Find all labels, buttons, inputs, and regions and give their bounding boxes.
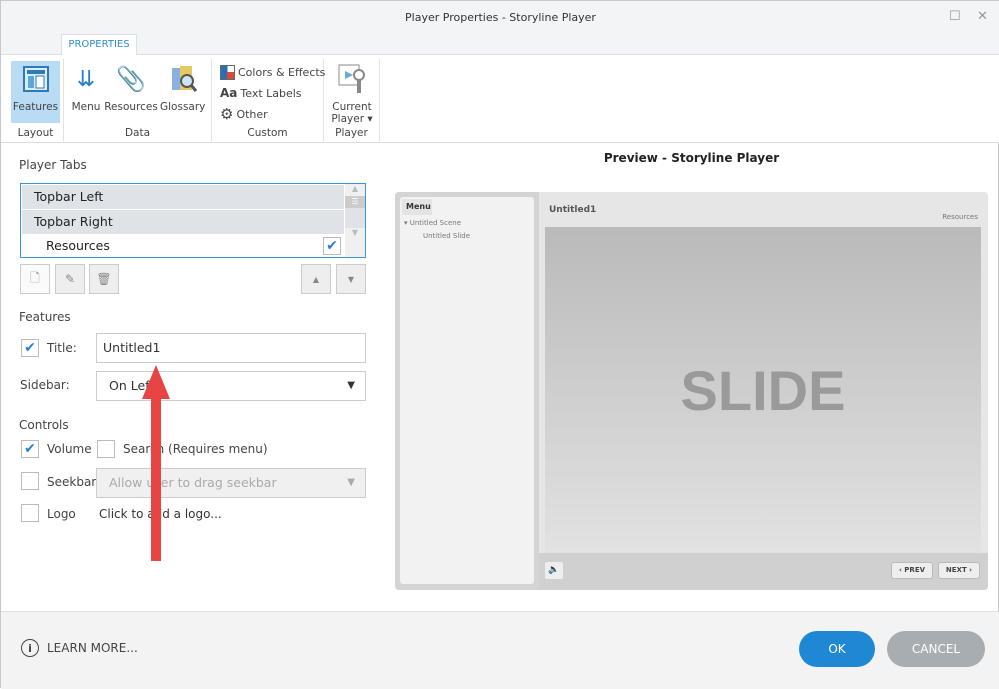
list-item[interactable]: Topbar Left — [22, 185, 344, 209]
list-scrollbar[interactable]: ▲ ☰ ▼ — [345, 184, 365, 257]
menu-icon: ⇊ — [76, 66, 96, 92]
red-arrow-annotation — [142, 365, 170, 561]
preview-menu-tab: Menu — [402, 199, 432, 215]
next-button: NEXT › — [938, 562, 980, 579]
other-button[interactable]: ⚙ Other — [220, 105, 268, 123]
glossary-label: Glossary — [160, 101, 206, 113]
move-down-button[interactable]: ▼ — [336, 264, 366, 294]
arrow-down-icon: ▼ — [347, 274, 355, 284]
preview-sidebar: Menu ▾ Untitled Scene Untitled Slide — [400, 197, 534, 584]
chevron-down-icon: ▼ — [347, 380, 355, 391]
chevron-down-icon: ▼ — [347, 477, 355, 488]
logo-label: Logo — [47, 507, 76, 521]
title-input[interactable]: Untitled1 — [96, 333, 366, 363]
colors-icon — [220, 65, 235, 80]
colors-effects-button[interactable]: Colors & Effects — [220, 65, 325, 80]
list-item[interactable]: Topbar Right — [22, 210, 344, 234]
edit-icon: ✎ — [64, 272, 76, 286]
player-preview: Menu ▾ Untitled Scene Untitled Slide Unt… — [395, 192, 988, 590]
colors-label: Colors & Effects — [238, 66, 326, 79]
preview-slide: SLIDE — [545, 227, 981, 553]
learn-more-label: LEARN MORE... — [47, 641, 138, 655]
glossary-icon — [160, 61, 205, 97]
ok-button[interactable]: OK — [799, 631, 875, 667]
tab-properties[interactable]: PROPERTIES — [61, 34, 137, 56]
info-icon: i — [21, 639, 39, 657]
group-custom: Custom — [247, 127, 288, 139]
ribbon-tabstrip — [1, 34, 999, 55]
title-label: Title: — [47, 341, 77, 355]
other-label: Other — [236, 107, 268, 121]
arrow-up-icon: ▲ — [312, 274, 320, 284]
delete-tab-button[interactable]: 🗑 — [89, 264, 119, 294]
preview-scene: ▾ Untitled Scene — [404, 219, 462, 227]
current-player-label-2: Player ▾ — [331, 113, 373, 125]
move-up-button[interactable]: ▲ — [301, 264, 331, 294]
seekbar-checkbox[interactable] — [21, 472, 39, 490]
resources-label: Resources — [104, 101, 158, 113]
preview-heading: Preview - Storyline Player — [603, 151, 780, 165]
window-title: Player Properties - Storyline Player — [405, 11, 596, 24]
slide-text: SLIDE — [680, 358, 846, 422]
features-heading: Features — [19, 310, 71, 324]
list-item[interactable]: Resources ✔ — [22, 234, 344, 258]
prev-button: ‹ PREV — [891, 562, 933, 579]
title-checkbox[interactable]: ✔ — [21, 339, 39, 357]
group-player: Player — [335, 127, 368, 139]
logo-checkbox[interactable] — [21, 504, 39, 522]
cancel-button[interactable]: CANCEL — [887, 631, 985, 667]
menu-button[interactable]: ⇊ Menu — [69, 61, 103, 114]
preview-main: Untitled1 Resources SLIDE 🔈 ‹ PREV NEXT … — [539, 192, 988, 590]
controls-heading: Controls — [19, 418, 69, 432]
scroll-down-icon[interactable]: ▼ — [345, 228, 365, 237]
ribbon: Features ⇊ Menu 📎 Resources Glossary Col… — [1, 55, 999, 143]
title-bar: Player Properties - Storyline Player — [1, 1, 999, 34]
maximize-icon[interactable]: ☐ — [949, 9, 961, 24]
volume-checkbox[interactable]: ✔ — [21, 440, 39, 458]
group-data: Data — [124, 127, 151, 139]
features-label: Features — [12, 101, 59, 113]
menu-label: Menu — [71, 101, 101, 113]
sidebar-label: Sidebar: — [20, 378, 70, 392]
player-wrench-icon — [329, 61, 375, 97]
new-tab-button[interactable]: 🗋 — [20, 264, 50, 294]
volume-icon: 🔈 — [545, 562, 563, 579]
text-labels-label: Text Labels — [240, 86, 302, 100]
text-labels-icon: Aa — [220, 86, 238, 100]
gear-icon: ⚙ — [220, 105, 234, 123]
edit-tab-button[interactable]: ✎ — [55, 264, 85, 294]
volume-label: Volume — [47, 442, 92, 456]
close-icon[interactable]: ✕ — [977, 9, 988, 24]
preview-resources-tab: Resources — [942, 213, 978, 221]
trash-icon: 🗑 — [96, 272, 112, 286]
scroll-thumb[interactable]: ☰ — [345, 196, 365, 208]
layout-icon — [11, 61, 60, 97]
preview-title: Untitled1 — [549, 205, 597, 215]
current-player-label: Current — [332, 101, 372, 113]
resources-checkbox[interactable]: ✔ — [323, 237, 341, 255]
current-player-button[interactable]: Current Player ▾ — [329, 61, 375, 125]
seekbar-label: Seekbar — [47, 475, 97, 489]
glossary-button[interactable]: Glossary — [160, 61, 205, 113]
preview-slide-item: Untitled Slide — [423, 232, 470, 240]
text-labels-button[interactable]: Aa Text Labels — [220, 86, 302, 100]
learn-more-link[interactable]: i LEARN MORE... — [21, 639, 138, 657]
player-tabs-list[interactable]: Topbar Left Topbar Right Resources ✔ ▲ ☰… — [20, 183, 366, 258]
new-document-icon: 🗋 — [30, 270, 40, 285]
paperclip-icon: 📎 — [116, 65, 146, 93]
player-tabs-heading: Player Tabs — [19, 158, 87, 172]
resources-button[interactable]: 📎 Resources — [104, 61, 158, 113]
features-button[interactable]: Features — [11, 61, 60, 123]
group-layout: Layout — [17, 127, 54, 139]
search-checkbox[interactable] — [97, 440, 115, 458]
scroll-up-icon[interactable]: ▲ — [345, 184, 365, 193]
